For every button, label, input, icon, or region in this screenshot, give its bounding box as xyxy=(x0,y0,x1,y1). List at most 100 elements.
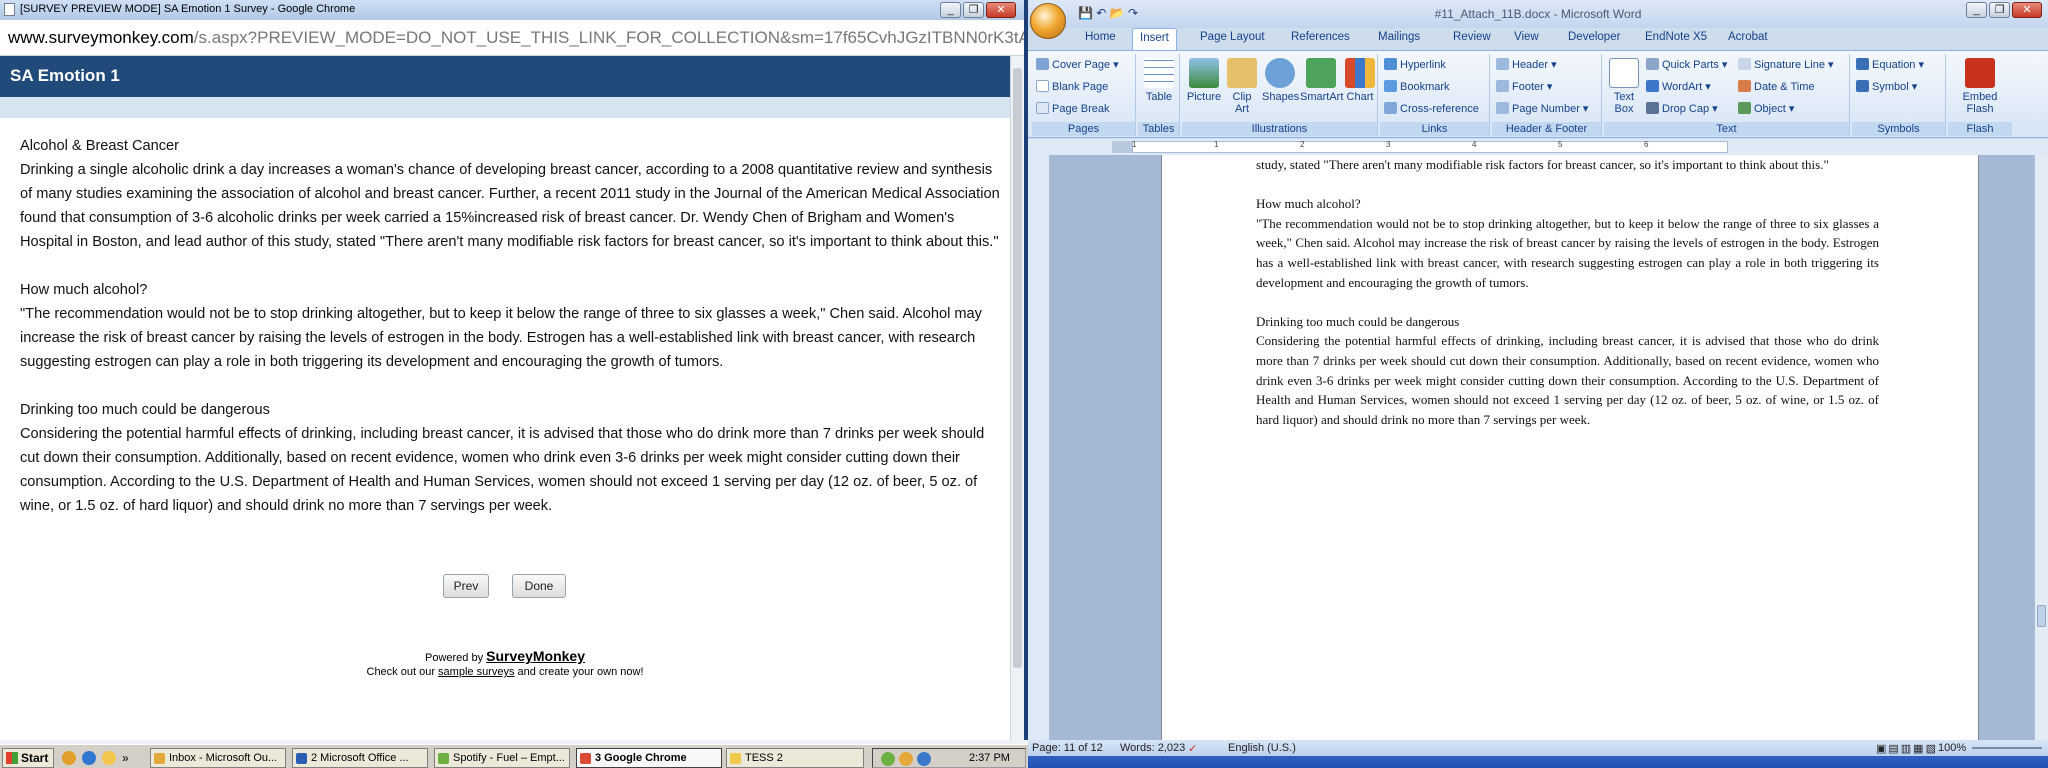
cross-reference-button[interactable]: Cross-reference xyxy=(1384,102,1479,115)
picture-icon xyxy=(1189,58,1219,88)
minimize-icon[interactable]: _ xyxy=(940,2,961,18)
tab-references[interactable]: References xyxy=(1291,31,1350,43)
sample-surveys-link[interactable]: sample surveys xyxy=(438,666,514,678)
text-box-button[interactable]: Text Box xyxy=(1608,58,1640,115)
hyperlink-button[interactable]: Hyperlink xyxy=(1384,58,1446,71)
prev-button[interactable]: Prev xyxy=(443,574,489,598)
tab-acrobat[interactable]: Acrobat xyxy=(1728,31,1768,43)
bookmark-button[interactable]: Bookmark xyxy=(1384,80,1450,93)
drop-cap-icon xyxy=(1646,102,1659,114)
table-label: Table xyxy=(1145,91,1173,103)
signature-line-button[interactable]: Signature Line ▾ xyxy=(1738,58,1834,71)
taskbar-item-spotify[interactable]: Spotify - Fuel – Empt... xyxy=(434,748,570,768)
symbol-icon xyxy=(1856,80,1869,92)
taskbar-item-office[interactable]: 2 Microsoft Office ... xyxy=(292,748,428,768)
word-scrollbar[interactable] xyxy=(2034,155,2048,740)
clock[interactable]: 2:37 PM xyxy=(969,749,1010,767)
taskbar-item-chrome[interactable]: 3 Google Chrome xyxy=(576,748,722,768)
drop-cap-button[interactable]: Drop Cap ▾ xyxy=(1646,102,1718,115)
ie-icon[interactable] xyxy=(82,751,96,765)
document-page[interactable]: study, stated "There aren't many modifia… xyxy=(1161,155,1979,740)
page-break-button[interactable]: Page Break xyxy=(1036,102,1109,115)
smartart-button[interactable]: SmartArt xyxy=(1300,58,1343,103)
object-button[interactable]: Object ▾ xyxy=(1738,102,1794,115)
minimize-icon[interactable]: _ xyxy=(1966,2,1987,18)
survey-content: Alcohol & Breast Cancer Drinking a singl… xyxy=(20,134,1000,518)
maximize-icon[interactable]: ❐ xyxy=(963,2,984,18)
taskbar-item-label: Inbox - Microsoft Ou... xyxy=(169,752,278,764)
word-window-title: #11_Attach_11B.docx - Microsoft Word xyxy=(1434,7,1642,21)
tab-view[interactable]: View xyxy=(1514,31,1539,43)
hyperlink-label: Hyperlink xyxy=(1400,59,1446,71)
done-button[interactable]: Done xyxy=(512,574,566,598)
language[interactable]: English (U.S.) xyxy=(1228,742,1296,754)
chrome-title-bar[interactable]: [SURVEY PREVIEW MODE] SA Emotion 1 Surve… xyxy=(0,0,1024,20)
scroll-thumb[interactable] xyxy=(1013,68,1022,668)
table-button[interactable]: Table xyxy=(1142,58,1176,103)
vertical-ruler[interactable] xyxy=(1028,155,1050,740)
tab-endnote[interactable]: EndNote X5 xyxy=(1645,31,1707,43)
proofing-icon[interactable]: ✓ xyxy=(1188,742,1197,755)
shapes-button[interactable]: Shapes xyxy=(1262,58,1299,103)
tab-home[interactable]: Home xyxy=(1085,31,1116,43)
surveymonkey-link[interactable]: SurveyMonkey xyxy=(486,648,585,664)
equation-button[interactable]: Equation ▾ xyxy=(1856,58,1924,71)
close-icon[interactable]: ✕ xyxy=(2012,2,2042,18)
chart-button[interactable]: Chart xyxy=(1344,58,1376,103)
messenger-icon[interactable] xyxy=(102,751,116,765)
tray-icon[interactable] xyxy=(899,752,913,766)
header-button[interactable]: Header ▾ xyxy=(1496,58,1557,71)
chrome-scrollbar[interactable] xyxy=(1010,56,1024,740)
quick-access-toolbar: 💾 ↶ 📂 ↷ xyxy=(1078,6,1138,20)
taskbar-item-tess[interactable]: TESS 2 xyxy=(726,748,864,768)
view-icons[interactable]: ▣▤▥▦▧ xyxy=(1876,742,1938,755)
chrome-icon[interactable] xyxy=(62,751,76,765)
save-icon[interactable]: 💾 xyxy=(1078,6,1093,20)
open-icon[interactable]: 📂 xyxy=(1110,6,1125,20)
wordart-button[interactable]: WordArt ▾ xyxy=(1646,80,1711,93)
picture-button[interactable]: Picture xyxy=(1186,58,1222,103)
date-time-button[interactable]: Date & Time xyxy=(1738,80,1815,93)
url-text[interactable]: www.surveymonkey.com/s.aspx?PREVIEW_MODE… xyxy=(8,28,1024,48)
taskbar-item-outlook[interactable]: Inbox - Microsoft Ou... xyxy=(150,748,286,768)
horizontal-ruler[interactable]: 1 1 2 3 4 5 6 xyxy=(1028,139,2048,155)
cover-page-button[interactable]: Cover Page ▾ xyxy=(1036,58,1119,71)
blank-page-button[interactable]: Blank Page xyxy=(1036,80,1108,93)
word-title-bar[interactable]: #11_Attach_11B.docx - Microsoft Word _ ❐… xyxy=(1028,0,2048,28)
spotify-tray-icon[interactable] xyxy=(881,752,895,766)
survey-title: SA Emotion 1 xyxy=(10,66,120,85)
quick-parts-button[interactable]: Quick Parts ▾ xyxy=(1646,58,1727,71)
tab-page-layout[interactable]: Page Layout xyxy=(1200,31,1265,43)
symbol-button[interactable]: Symbol ▾ xyxy=(1856,80,1917,93)
header-strip xyxy=(0,97,1010,118)
start-button[interactable]: Start xyxy=(2,748,54,768)
more-icon[interactable]: » xyxy=(122,751,136,765)
text-box-label: Text Box xyxy=(1613,91,1635,115)
doc-paragraph: Considering the potential harmful effect… xyxy=(1256,333,1879,427)
undo-icon[interactable]: ↶ xyxy=(1096,6,1106,20)
zoom-slider[interactable] xyxy=(1972,747,2042,749)
embed-flash-button[interactable]: Embed Flash xyxy=(1960,58,2000,115)
word-count[interactable]: Words: 2,023 xyxy=(1120,742,1185,754)
close-icon[interactable]: ✕ xyxy=(986,2,1016,18)
tab-mailings[interactable]: Mailings xyxy=(1378,31,1420,43)
page-number-button[interactable]: Page Number ▾ xyxy=(1496,102,1588,115)
taskbar-item-label: 2 Microsoft Office ... xyxy=(311,752,409,764)
scroll-thumb[interactable] xyxy=(2037,605,2046,627)
tab-review[interactable]: Review xyxy=(1453,31,1491,43)
clip-art-button[interactable]: Clip Art xyxy=(1226,58,1258,115)
zoom-level[interactable]: 100% xyxy=(1938,742,1966,754)
address-bar[interactable]: www.surveymonkey.com/s.aspx?PREVIEW_MODE… xyxy=(0,20,1024,56)
url-path: /s.aspx?PREVIEW_MODE=DO_NOT_USE_THIS_LIN… xyxy=(193,28,1024,47)
tab-developer[interactable]: Developer xyxy=(1568,31,1620,43)
tab-insert[interactable]: Insert xyxy=(1132,28,1177,51)
section-body: Drinking a single alcoholic drink a day … xyxy=(20,162,1000,250)
maximize-icon[interactable]: ❐ xyxy=(1989,2,2010,18)
embed-flash-label: Embed Flash xyxy=(1962,91,1998,115)
redo-icon[interactable]: ↷ xyxy=(1128,6,1138,20)
footer-button[interactable]: Footer ▾ xyxy=(1496,80,1552,93)
page-indicator[interactable]: Page: 11 of 12 xyxy=(1032,742,1103,754)
network-icon[interactable] xyxy=(917,752,931,766)
signature-line-label: Signature Line xyxy=(1754,59,1825,71)
page-number-label: Page Number xyxy=(1512,103,1580,115)
